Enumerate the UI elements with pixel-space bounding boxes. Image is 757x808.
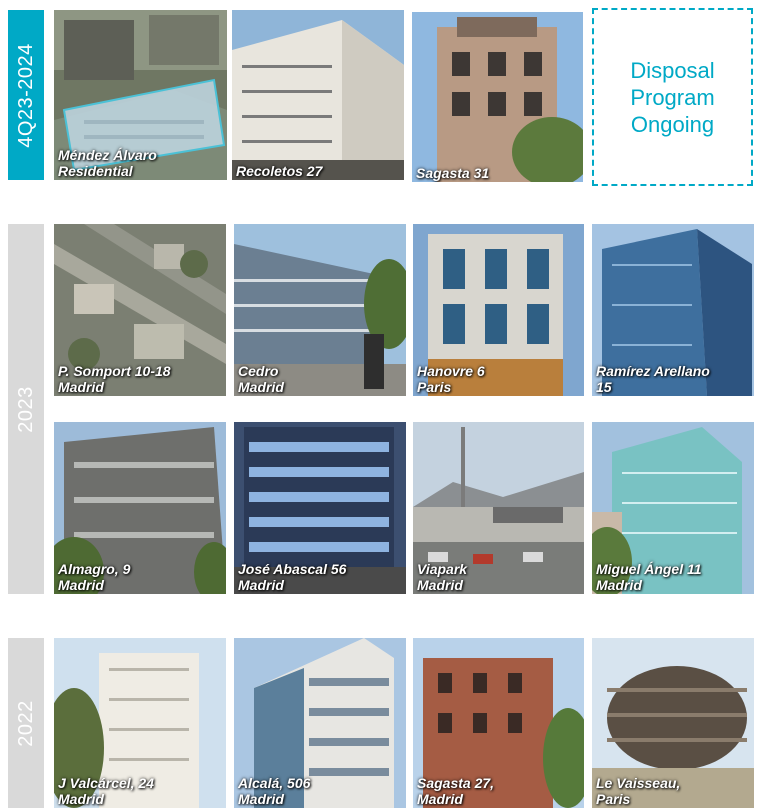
- property-photo-mendez-alvaro: Méndez Álvaro Residential: [54, 10, 227, 180]
- property-photo-recoletos-27: Recoletos 27: [232, 10, 404, 180]
- property-caption: Sagasta 31: [416, 165, 490, 181]
- property-caption: Cedro Madrid: [238, 363, 284, 395]
- property-caption: P. Somport 10-18 Madrid: [58, 363, 171, 395]
- property-caption: Hanovre 6 Paris: [417, 363, 485, 395]
- property-caption: Sagasta 27, Madrid: [417, 775, 495, 807]
- property-caption: Ramírez Arellano 15: [596, 363, 710, 395]
- property-photo-sagasta-31: Sagasta 31: [412, 12, 583, 182]
- property-photo-le-vaisseau: Le Vaisseau, Paris: [592, 638, 754, 808]
- property-caption: José Abascal 56 Madrid: [238, 561, 347, 593]
- property-photo-miguel-angel-11: Miguel Ángel 11 Madrid: [592, 422, 754, 594]
- property-photo-j-valcarcel-24: J Valcárcel, 24 Madrid: [54, 638, 226, 808]
- property-photo-jose-abascal-56: José Abascal 56 Madrid: [234, 422, 406, 594]
- band-label: 2022: [14, 699, 37, 747]
- property-photo-hanovre-6: Hanovre 6 Paris: [413, 224, 584, 396]
- band-label: 4Q23-2024: [14, 42, 37, 148]
- band-2022: 2022: [8, 638, 44, 808]
- property-caption: Viapark Madrid: [417, 561, 468, 593]
- band-2023: 2023: [8, 224, 44, 594]
- property-photo-cedro: Cedro Madrid: [234, 224, 406, 396]
- property-caption: J Valcárcel, 24 Madrid: [58, 775, 155, 807]
- property-caption: Méndez Álvaro Residential: [58, 147, 157, 179]
- property-caption: Alcalá, 506 Madrid: [238, 775, 311, 807]
- property-caption: Recoletos 27: [236, 163, 323, 179]
- property-photo-sagasta-27: Sagasta 27, Madrid: [413, 638, 584, 808]
- property-photo-alcala-506: Alcalá, 506 Madrid: [234, 638, 406, 808]
- property-photo-almagro-9: Almagro, 9 Madrid: [54, 422, 226, 594]
- band-label: 2023: [14, 385, 37, 433]
- property-caption: Miguel Ángel 11 Madrid: [596, 561, 702, 593]
- property-photo-viapark: Viapark Madrid: [413, 422, 584, 594]
- band-4q23-2024: 4Q23-2024: [8, 10, 44, 180]
- property-caption: Le Vaisseau, Paris: [596, 775, 681, 807]
- property-photo-ramirez-arellano: Ramírez Arellano 15: [592, 224, 754, 396]
- property-caption: Almagro, 9 Madrid: [58, 561, 131, 593]
- disposal-program-box: Disposal Program Ongoing: [592, 8, 753, 186]
- property-photo-p-somport: P. Somport 10-18 Madrid: [54, 224, 226, 396]
